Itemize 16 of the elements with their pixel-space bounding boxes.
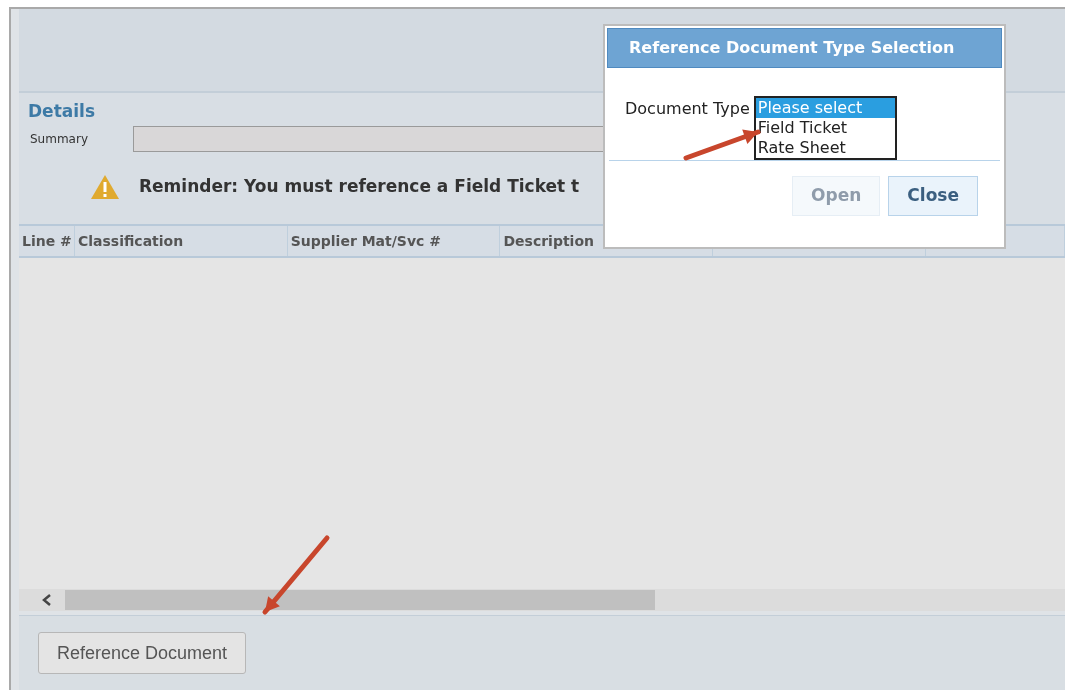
scrollbar-thumb[interactable] — [65, 590, 655, 610]
scroll-left-icon[interactable] — [41, 593, 53, 607]
listbox-option[interactable]: Field Ticket — [755, 118, 895, 138]
column-header[interactable]: Supplier Mat/Svc # — [287, 226, 501, 256]
warning-icon — [90, 174, 120, 200]
reference-document-button[interactable]: Reference Document — [38, 632, 247, 674]
column-header[interactable]: Classification — [75, 226, 288, 256]
dialog-button[interactable]: Close — [888, 176, 978, 216]
reminder-text: Reminder: You must reference a Field Ticket t — [139, 175, 580, 199]
dialog-title: Reference Document Type Selection — [607, 28, 1002, 68]
column-header[interactable]: Line # — [19, 226, 75, 256]
document-type-listbox[interactable]: Please select Field Ticket Rate Sheet — [753, 96, 897, 160]
section-title: Details — [28, 103, 95, 120]
field-label: Document Type — [625, 98, 750, 120]
field-label: Summary — [30, 131, 89, 148]
listbox-option[interactable]: Rate Sheet — [755, 138, 895, 158]
